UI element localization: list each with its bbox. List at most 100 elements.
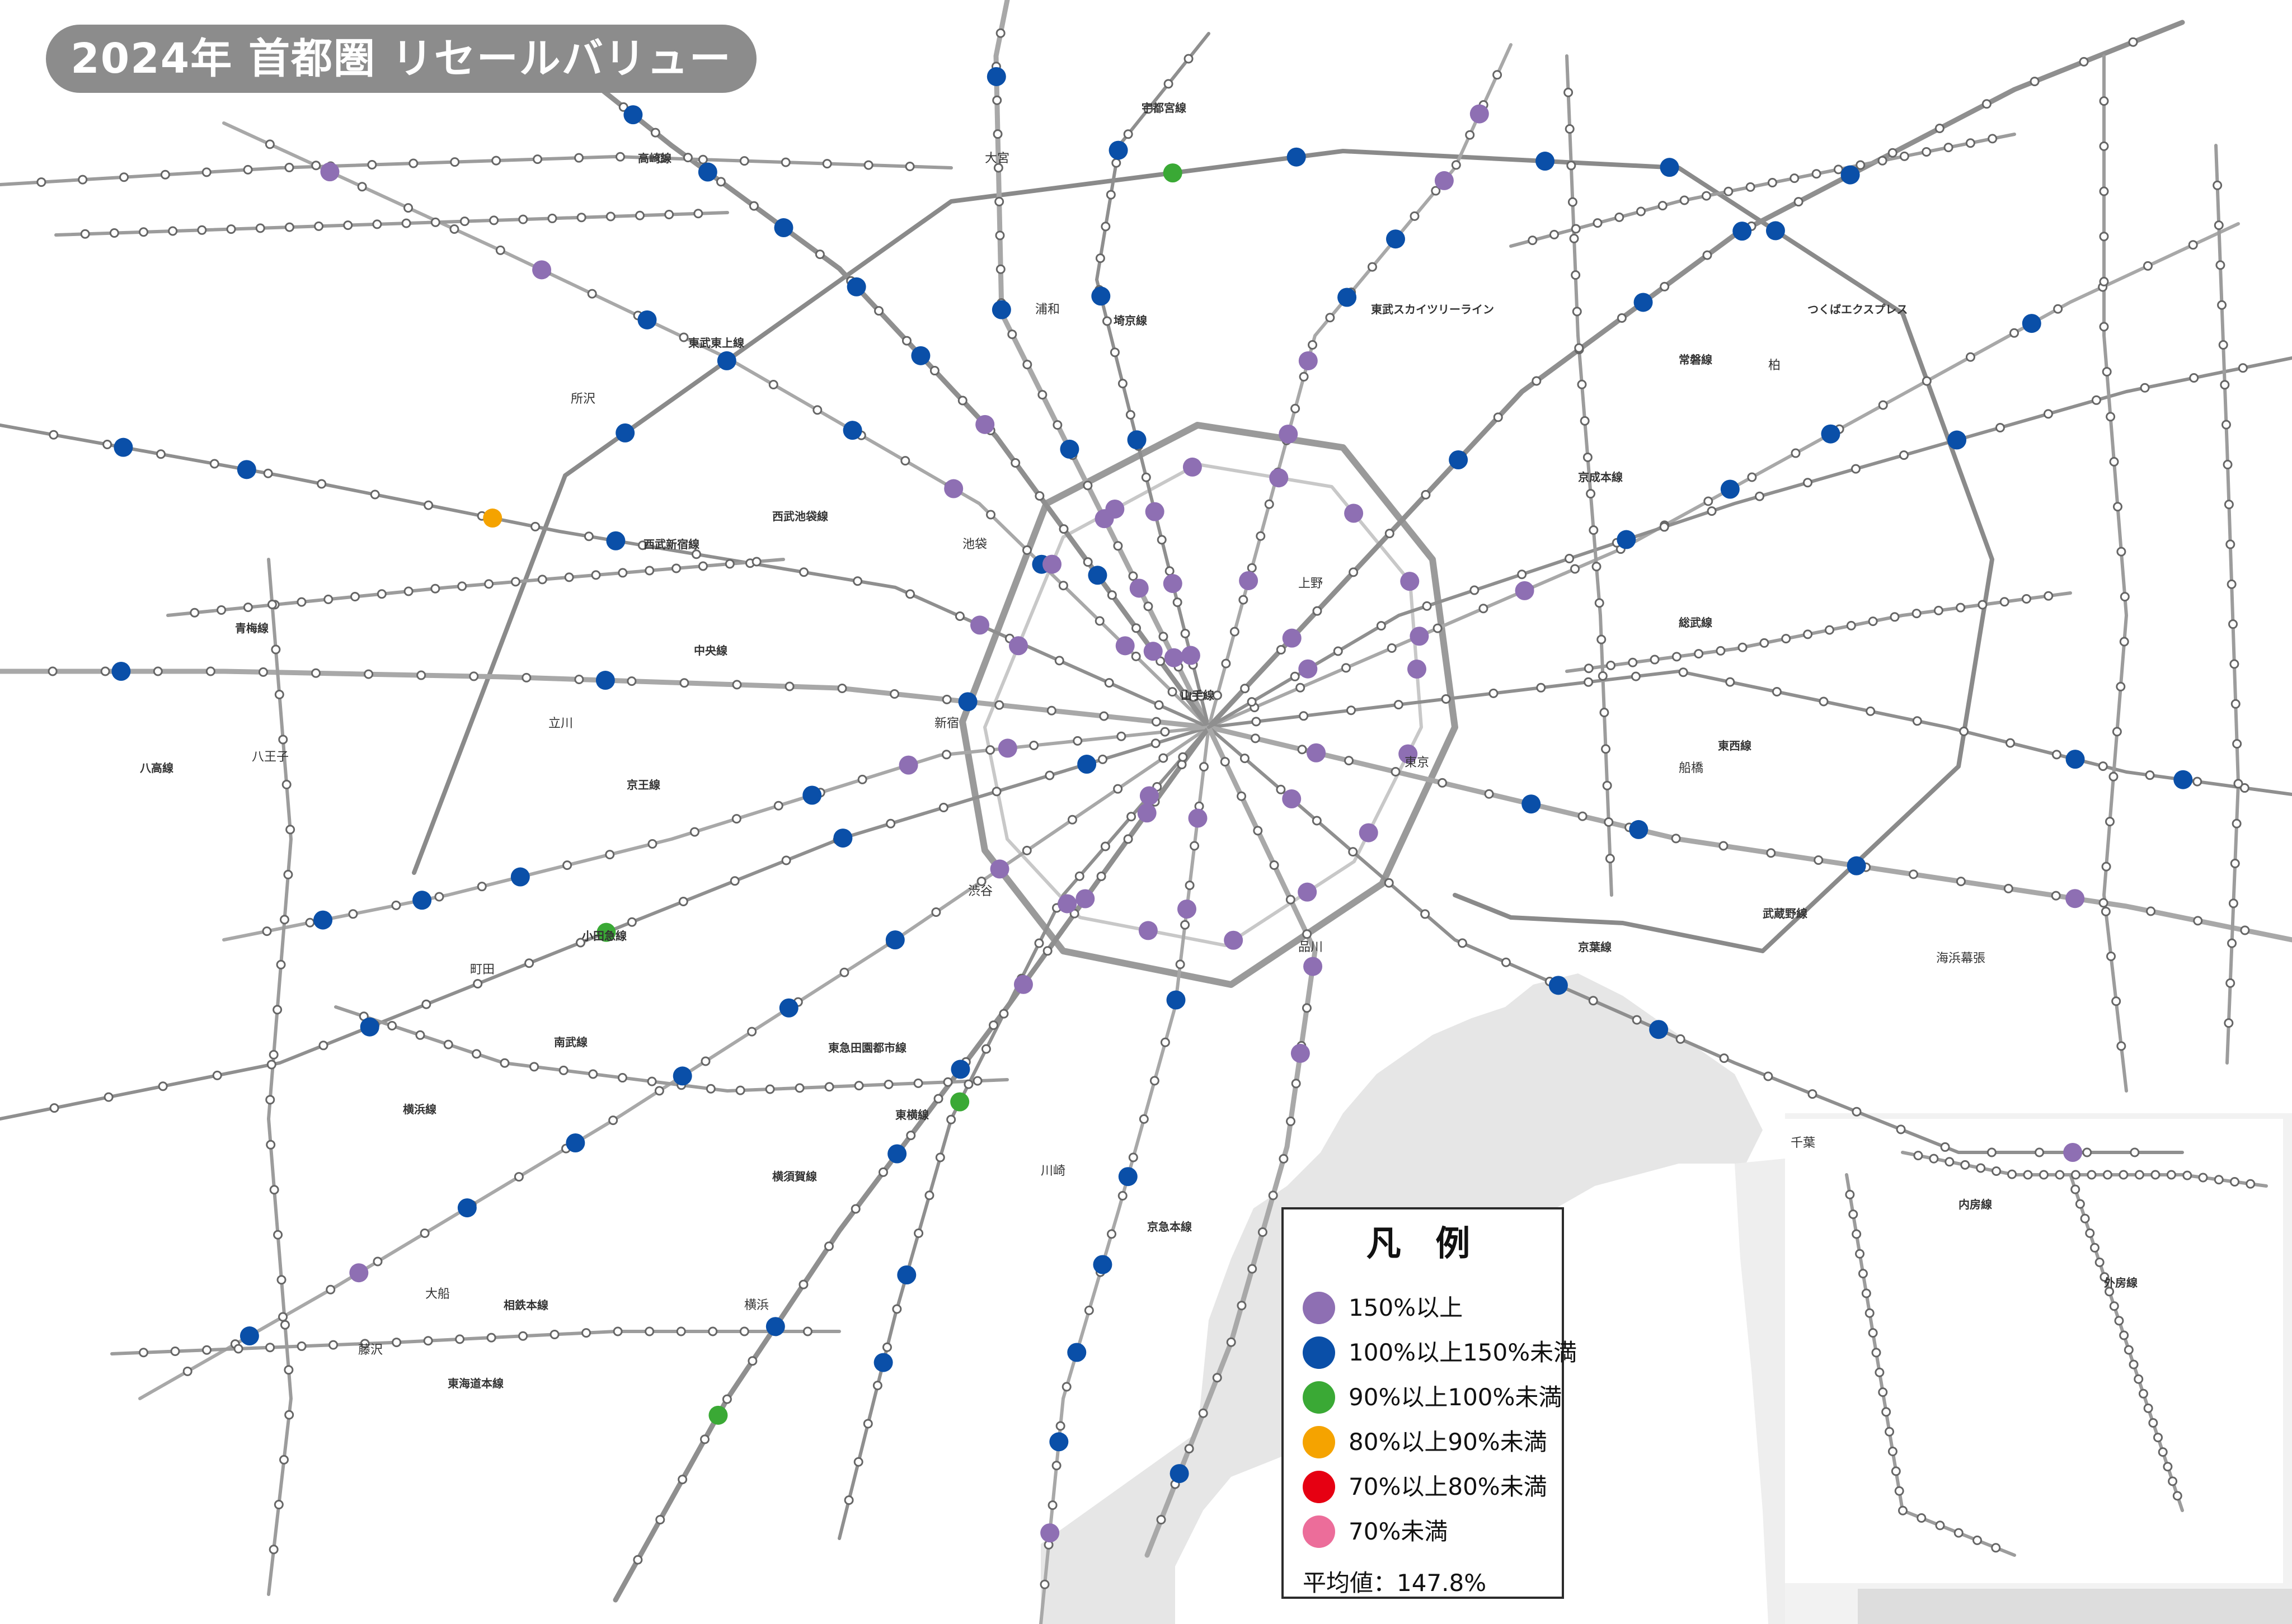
stop-marker [1291, 1079, 1301, 1089]
stop-marker [1532, 376, 1542, 386]
stop-marker [2232, 818, 2242, 829]
stop-marker [678, 896, 688, 906]
stop-marker [613, 1326, 623, 1336]
stop-marker [1256, 531, 1266, 541]
stop-marker [2150, 1170, 2161, 1180]
stop-marker [1160, 727, 1170, 737]
stop-marker [168, 226, 178, 236]
resale-value-dot [802, 785, 822, 805]
stop-marker [1451, 160, 1461, 170]
stop-marker [1083, 557, 1093, 567]
stop-marker [708, 1326, 718, 1336]
stop-marker [633, 1555, 643, 1565]
stop-marker [1125, 410, 1135, 420]
stop-marker [391, 900, 401, 910]
stop-marker [278, 735, 288, 745]
stop-marker [1384, 529, 1394, 539]
resale-value-dot [911, 346, 931, 365]
resale-value-dot [899, 755, 918, 775]
stop-marker [2188, 240, 2198, 250]
stop-marker [608, 1115, 618, 1126]
stop-marker [2116, 1041, 2126, 1051]
resale-value-dot [1535, 152, 1555, 171]
station-name-label: 新宿 [934, 717, 959, 731]
resale-value-dot [1040, 1523, 1060, 1543]
stop-marker [49, 430, 59, 440]
stop-marker [2035, 1147, 2045, 1157]
stop-marker [1022, 845, 1032, 855]
legend-item-150-plus: 150%以上 [1303, 1286, 1545, 1330]
stop-marker [1199, 762, 1209, 772]
stop-marker [1890, 612, 1900, 622]
resale-value-dot [1137, 803, 1157, 823]
stop-marker [104, 1092, 114, 1102]
stop-marker [627, 917, 637, 927]
stop-marker [992, 95, 1002, 105]
stop-marker [1852, 1107, 1862, 1117]
stop-marker [1042, 946, 1053, 956]
stop-marker [1095, 253, 1105, 263]
stop-marker [647, 1076, 657, 1086]
stop-marker [1584, 663, 1594, 674]
resale-value-dot [1298, 351, 1318, 370]
connector-line [54, 211, 729, 237]
stop-marker [2134, 1170, 2144, 1180]
stop-marker [1922, 147, 1932, 157]
station-name-label: 川崎 [1041, 1164, 1065, 1178]
stop-marker [2198, 1173, 2208, 1183]
stop-marker [1566, 161, 1576, 171]
resale-value-dot [1115, 636, 1135, 656]
stop-marker [100, 666, 110, 676]
resale-value-dot [637, 310, 657, 329]
stop-marker [370, 489, 380, 500]
stop-marker [2240, 925, 2250, 935]
stop-marker [1172, 597, 1182, 608]
stop-marker [2099, 141, 2109, 151]
stop-marker [1158, 753, 1168, 763]
stop-marker [730, 876, 740, 886]
stop-marker [1126, 812, 1136, 822]
stop-marker [2120, 592, 2130, 602]
stop-marker [537, 575, 547, 585]
stop-marker [1881, 1407, 1891, 1417]
stop-marker [1917, 1513, 1927, 1523]
resale-value-dot [717, 351, 736, 370]
station-name-label: 大宮 [985, 152, 1009, 166]
stop-marker [938, 803, 948, 813]
stop-marker [1095, 616, 1105, 626]
stop-marker [1229, 627, 1239, 637]
stop-marker [1725, 677, 1735, 687]
stop-marker [262, 926, 272, 936]
stop-marker [747, 1027, 757, 1037]
stop-marker [1716, 646, 1726, 656]
stop-marker [1302, 929, 1312, 939]
stop-marker [765, 1084, 775, 1094]
line-name-label: 小田急線 [582, 929, 627, 943]
resale-value-dot [1344, 503, 1364, 523]
stop-marker [202, 1345, 212, 1355]
stop-marker [671, 563, 682, 573]
white-inset-area [1785, 1119, 2283, 1583]
stop-marker [1814, 855, 1824, 865]
resale-value-dot [1548, 976, 1568, 995]
radial-line [1207, 670, 2292, 796]
stop-marker [1995, 422, 2005, 432]
resale-value-dot [1617, 530, 1636, 549]
stop-marker [297, 1341, 307, 1351]
stop-marker [1899, 151, 1909, 161]
radial-line [138, 726, 1210, 1400]
resale-value-dot [1303, 957, 1323, 976]
stop-marker [1868, 1328, 1878, 1338]
stop-marker [992, 787, 1002, 797]
stop-marker [1772, 687, 1782, 697]
stop-marker [2148, 1418, 2158, 1428]
stop-marker [1154, 700, 1164, 710]
stop-marker [269, 1185, 279, 1195]
stop-marker [999, 1009, 1009, 1019]
stop-marker [455, 1334, 465, 1344]
stop-marker [2082, 1147, 2092, 1157]
stop-marker [1856, 160, 1866, 170]
stop-marker [1100, 841, 1110, 851]
connector-line [110, 1330, 841, 1355]
stop-marker [1858, 1269, 1868, 1279]
